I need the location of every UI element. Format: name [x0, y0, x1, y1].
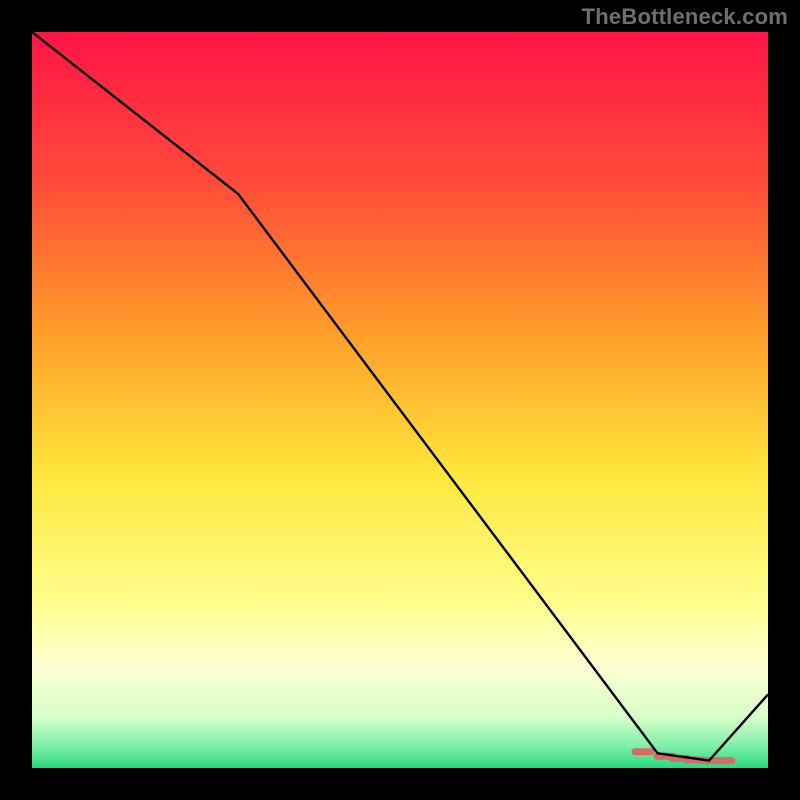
plot-area — [32, 32, 768, 768]
chart-svg — [32, 32, 768, 768]
gradient-background — [32, 32, 768, 768]
chart-stage: TheBottleneck.com — [0, 0, 800, 800]
attribution-label: TheBottleneck.com — [582, 4, 788, 30]
